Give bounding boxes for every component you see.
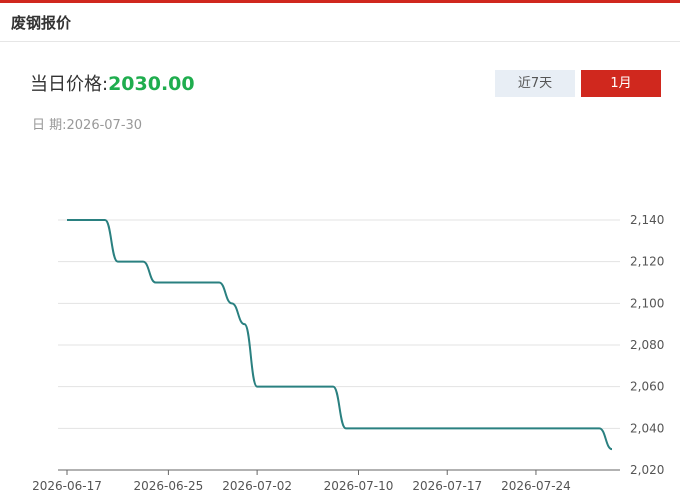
chart-series (67, 219, 613, 451)
price-line-chart: 2,020 2,040 2,060 2,080 2,100 2,120 2,140 2026… (32, 213, 664, 491)
x-tick-label: 2026-07-17 (412, 479, 482, 491)
x-tick-label: 2026-07-24 (501, 479, 571, 491)
y-tick-label: 2,120 (630, 255, 664, 269)
x-tick-label: 2026-06-25 (134, 479, 204, 491)
x-axis: 2026-06-17 2026-06-25 2026-07-02 2026-07-10… (32, 469, 620, 491)
y-axis-ticks: 2,020 2,040 2,060 2,080 2,100 2,120 2,140 (630, 213, 664, 477)
x-tick-label: 2026-07-02 (222, 479, 292, 491)
y-tick-label: 2,060 (630, 380, 664, 394)
y-tick-label: 2,040 (630, 421, 664, 435)
x-tick-label: 2026-06-17 (32, 479, 102, 491)
y-tick-label: 2,020 (630, 463, 664, 477)
x-tick-label: 2026-07-10 (324, 479, 394, 491)
price-series-line (67, 219, 613, 451)
y-tick-label: 2,080 (630, 338, 664, 352)
chart-grid (58, 219, 620, 429)
y-tick-label: 2,100 (630, 296, 664, 310)
y-tick-label: 2,140 (630, 213, 664, 227)
